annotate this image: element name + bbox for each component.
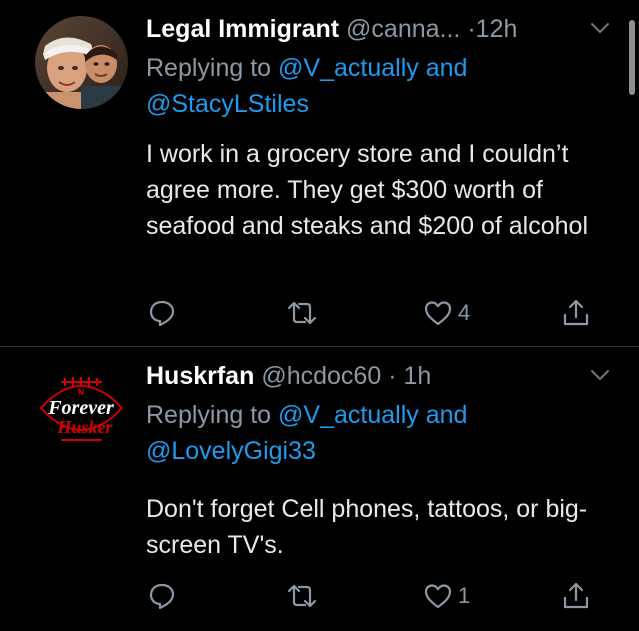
tweet-text: Don't forget Cell phones, tattoos, or bi… <box>146 495 588 559</box>
display-name[interactable]: Huskrfan <box>146 362 254 390</box>
heart-outline-icon <box>424 584 452 609</box>
mention-link[interactable]: @V_actually and <box>278 401 467 429</box>
tweet-card[interactable]: Legal Immigrant @canna... ·12h Replying … <box>0 0 639 346</box>
tweet-text: I work in a grocery store and I couldn’t… <box>146 140 589 240</box>
share-upload-icon <box>563 299 589 326</box>
speech-bubble-icon <box>149 583 175 610</box>
separator-dot: · <box>467 15 476 43</box>
tweet-actions: 4 <box>0 293 639 333</box>
retweet-arrows-icon <box>287 584 317 608</box>
logo-text-forever: Forever <box>47 397 114 419</box>
tweet-header: Huskrfan @hcdoc60 · 1h <box>146 359 601 393</box>
logo-text-husker: Husker <box>56 417 113 437</box>
reply-context: Replying to @V_actually and @LovelyGigi3… <box>146 397 609 469</box>
timestamp[interactable]: 1h <box>403 362 431 390</box>
retweet-button[interactable] <box>285 293 323 333</box>
scrollbar-thumb[interactable] <box>629 20 635 95</box>
reply-button[interactable] <box>146 576 182 616</box>
reply-context: Replying to @V_actually and @StacyLStile… <box>146 50 609 122</box>
heart-outline-icon <box>424 301 452 326</box>
chevron-down-icon[interactable] <box>589 20 611 36</box>
like-count: 4 <box>458 300 471 325</box>
svg-text:N: N <box>78 387 85 397</box>
replying-to-label: Replying to <box>146 401 272 429</box>
timestamp[interactable]: 12h <box>476 15 518 43</box>
like-count: 1 <box>458 583 471 608</box>
speech-bubble-icon <box>149 300 175 327</box>
tweet-feed: Legal Immigrant @canna... ·12h Replying … <box>0 0 639 631</box>
like-button[interactable]: 4 <box>422 293 470 333</box>
tweet-actions: 1 <box>0 576 639 616</box>
retweet-arrows-icon <box>287 301 317 325</box>
like-button[interactable]: 1 <box>422 576 470 616</box>
mention-link[interactable]: @LovelyGigi33 <box>146 437 316 465</box>
avatar[interactable]: N Forever Husker <box>35 362 128 455</box>
mention-link[interactable]: @V_actually and <box>278 54 467 82</box>
display-name[interactable]: Legal Immigrant <box>146 15 339 43</box>
share-button[interactable] <box>560 576 592 616</box>
separator-dot: · <box>388 362 397 390</box>
user-handle[interactable]: @hcdoc60 <box>261 362 381 390</box>
avatar-photo <box>35 16 128 109</box>
avatar[interactable] <box>35 16 128 109</box>
share-upload-icon <box>563 582 589 609</box>
user-handle[interactable]: @canna... <box>346 15 460 43</box>
mention-link[interactable]: @StacyLStiles <box>146 90 309 118</box>
retweet-button[interactable] <box>285 576 323 616</box>
reply-button[interactable] <box>146 293 182 333</box>
replying-to-label: Replying to <box>146 54 272 82</box>
forever-husker-logo: N Forever Husker <box>35 362 128 455</box>
chevron-down-icon[interactable] <box>589 367 611 383</box>
share-button[interactable] <box>560 293 592 333</box>
tweet-header: Legal Immigrant @canna... ·12h <box>146 12 601 46</box>
